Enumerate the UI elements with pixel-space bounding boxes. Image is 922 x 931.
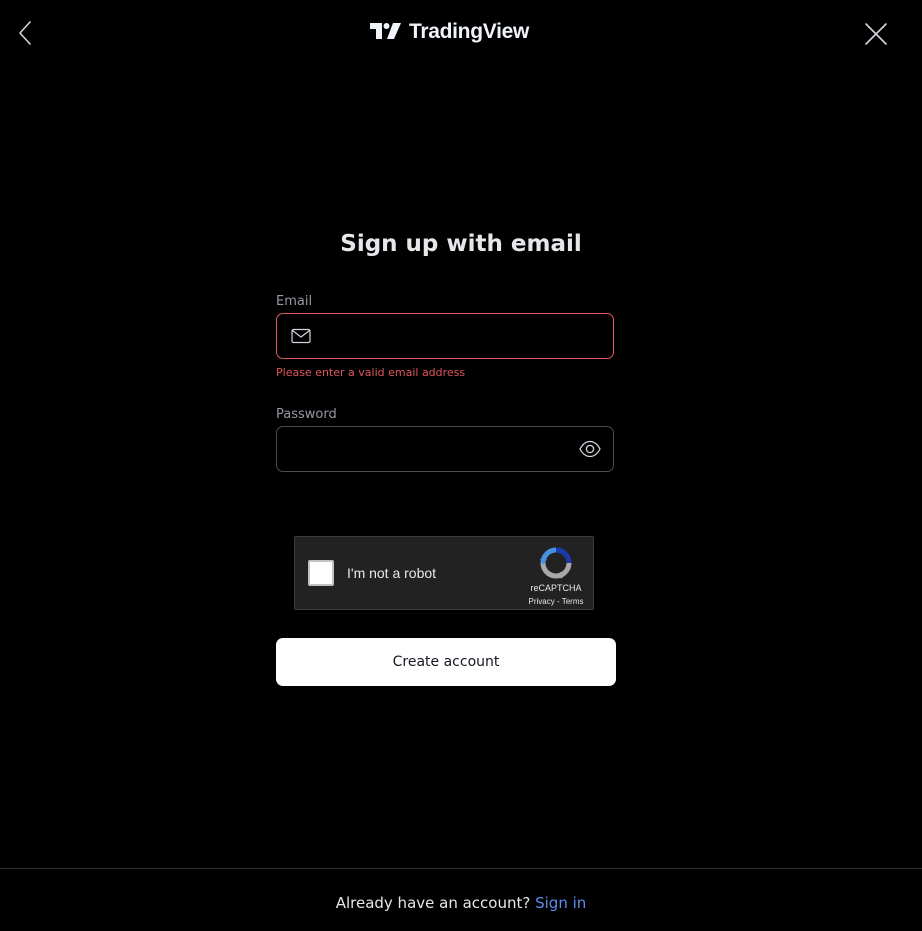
page-title: Sign up with email [340,231,582,257]
tradingview-logo-icon [370,23,401,39]
password-input-wrapper[interactable] [276,426,614,472]
email-input[interactable] [321,314,613,358]
close-button[interactable] [860,18,892,50]
logo-text: TradingView [409,20,530,43]
close-icon [865,23,887,45]
recaptcha-brand: reCAPTCHA [530,583,582,593]
recaptcha-label: I'm not a robot [347,565,437,581]
recaptcha-widget: I'm not a robot reCAPTCHA Privacy - Term… [294,536,594,610]
email-error-message: Please enter a valid email address [276,366,466,379]
eye-icon[interactable] [579,440,601,458]
sign-in-link[interactable]: Sign in [535,894,586,912]
password-label: Password [276,407,337,422]
footer-divider [0,868,922,869]
recaptcha-privacy-link[interactable]: Privacy [529,597,555,606]
create-account-button[interactable]: Create account [276,638,616,686]
recaptcha-logo-icon [540,547,572,579]
mail-icon [291,328,311,344]
recaptcha-checkbox[interactable] [308,560,334,586]
email-input-wrapper[interactable] [276,313,614,359]
signup-page: TradingView Sign up with email Email Ple… [0,0,922,931]
recaptcha-links-separator: - [554,597,562,606]
footer: Already have an account? Sign in [15,894,907,912]
back-button[interactable] [10,18,40,48]
password-input[interactable] [291,427,579,471]
chevron-left-icon [19,21,31,45]
email-label: Email [276,294,313,309]
recaptcha-links: Privacy - Terms [521,597,591,606]
footer-prompt: Already have an account? [335,894,531,912]
recaptcha-terms-link[interactable]: Terms [562,597,584,606]
tradingview-logo[interactable]: TradingView [370,18,529,46]
